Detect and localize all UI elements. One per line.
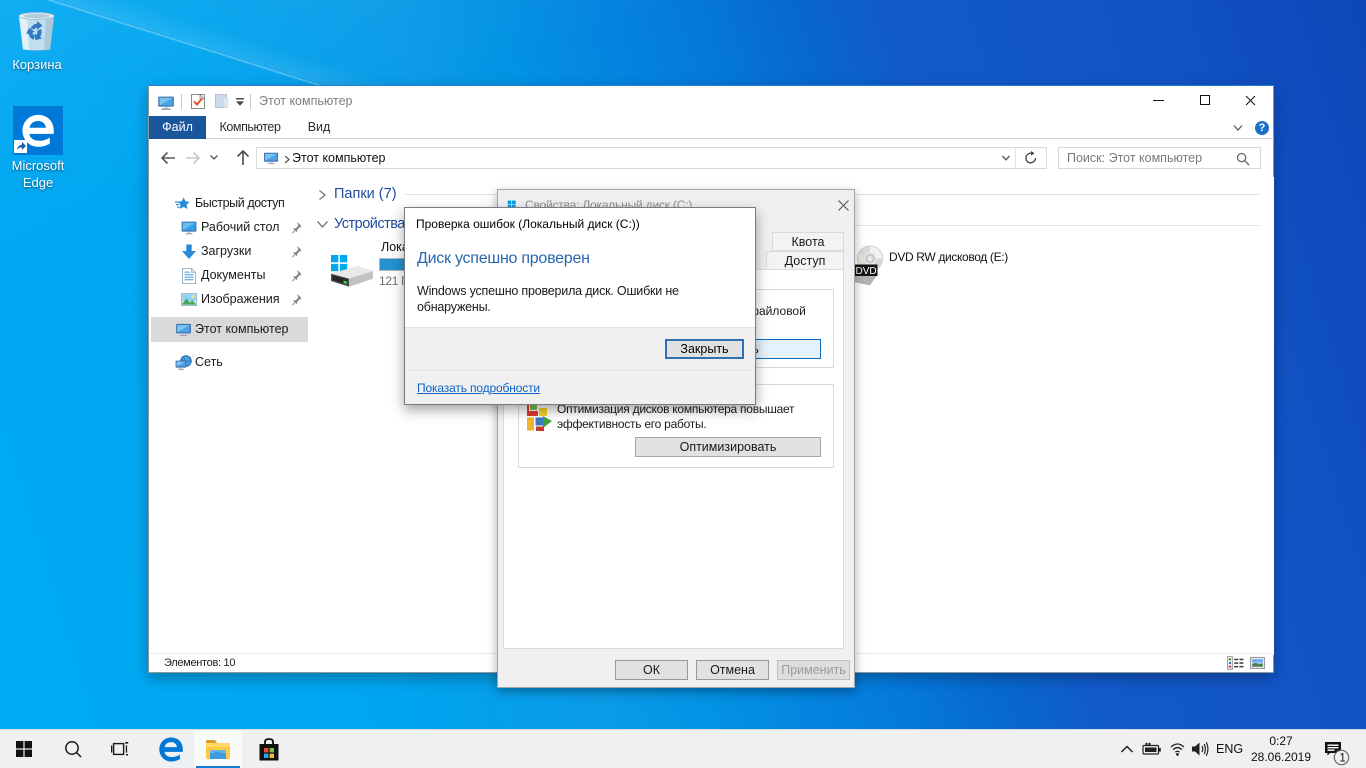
- svg-text:DVD: DVD: [856, 266, 877, 277]
- svg-text:1: 1: [1339, 753, 1345, 765]
